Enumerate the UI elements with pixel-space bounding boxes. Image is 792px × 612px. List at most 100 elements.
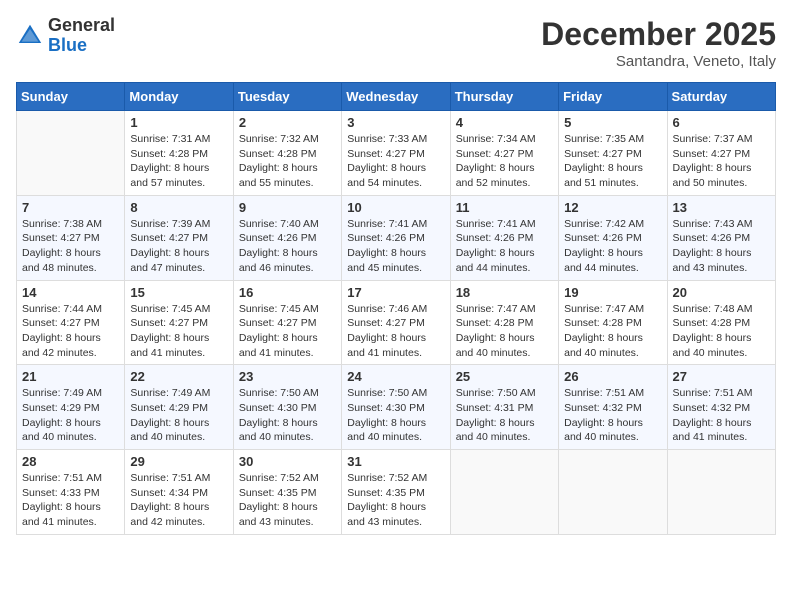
day-number: 26 <box>564 369 661 384</box>
calendar-cell <box>17 111 125 196</box>
month-title: December 2025 <box>541 16 776 53</box>
col-header-tuesday: Tuesday <box>233 83 341 111</box>
day-number: 11 <box>456 200 553 215</box>
day-number: 25 <box>456 369 553 384</box>
day-detail: Sunrise: 7:44 AMSunset: 4:27 PMDaylight:… <box>22 302 119 361</box>
day-number: 30 <box>239 454 336 469</box>
day-detail: Sunrise: 7:49 AMSunset: 4:29 PMDaylight:… <box>130 386 227 445</box>
calendar-cell: 13Sunrise: 7:43 AMSunset: 4:26 PMDayligh… <box>667 195 775 280</box>
calendar-week-row: 28Sunrise: 7:51 AMSunset: 4:33 PMDayligh… <box>17 450 776 535</box>
col-header-thursday: Thursday <box>450 83 558 111</box>
calendar-cell: 9Sunrise: 7:40 AMSunset: 4:26 PMDaylight… <box>233 195 341 280</box>
day-detail: Sunrise: 7:32 AMSunset: 4:28 PMDaylight:… <box>239 132 336 191</box>
day-detail: Sunrise: 7:51 AMSunset: 4:32 PMDaylight:… <box>564 386 661 445</box>
day-number: 6 <box>673 115 770 130</box>
day-number: 14 <box>22 285 119 300</box>
calendar-cell: 18 Sunrise: 7:47 AMSunset: 4:28 PMDayligh… <box>450 280 558 365</box>
day-number: 8 <box>130 200 227 215</box>
calendar-cell: 11 Sunrise: 7:41 AMSunset: 4:26 PMDayligh… <box>450 195 558 280</box>
day-number: 18 <box>456 285 553 300</box>
col-header-monday: Monday <box>125 83 233 111</box>
day-detail: Sunrise: 7:38 AMSunset: 4:27 PMDaylight:… <box>22 217 119 276</box>
calendar-cell <box>450 450 558 535</box>
calendar-cell: 8Sunrise: 7:39 AMSunset: 4:27 PMDaylight… <box>125 195 233 280</box>
day-number: 3 <box>347 115 444 130</box>
calendar-cell: 24Sunrise: 7:50 AMSunset: 4:30 PMDayligh… <box>342 365 450 450</box>
calendar-cell: 2 Sunrise: 7:32 AMSunset: 4:28 PMDaylight… <box>233 111 341 196</box>
calendar-week-row: 7 Sunrise: 7:38 AMSunset: 4:27 PMDaylight… <box>17 195 776 280</box>
day-number: 5 <box>564 115 661 130</box>
day-number: 16 <box>239 285 336 300</box>
calendar-cell <box>559 450 667 535</box>
day-number: 7 <box>22 200 119 215</box>
day-detail: Sunrise: 7:34 AMSunset: 4:27 PMDaylight:… <box>456 132 553 191</box>
day-detail: Sunrise: 7:52 AMSunset: 4:35 PMDaylight:… <box>347 471 444 530</box>
calendar-cell: 5 Sunrise: 7:35 AMSunset: 4:27 PMDaylight… <box>559 111 667 196</box>
day-detail: Sunrise: 7:35 AMSunset: 4:27 PMDaylight:… <box>564 132 661 191</box>
page-header: General Blue December 2025 Santandra, Ve… <box>16 16 776 70</box>
day-detail: Sunrise: 7:46 AMSunset: 4:27 PMDaylight:… <box>347 302 444 361</box>
calendar-cell: 19Sunrise: 7:47 AMSunset: 4:28 PMDayligh… <box>559 280 667 365</box>
calendar-cell: 16 Sunrise: 7:45 AMSunset: 4:27 PMDayligh… <box>233 280 341 365</box>
day-detail: Sunrise: 7:47 AMSunset: 4:28 PMDaylight:… <box>456 302 553 361</box>
day-detail: Sunrise: 7:37 AMSunset: 4:27 PMDaylight:… <box>673 132 770 191</box>
calendar-cell: 27 Sunrise: 7:51 AMSunset: 4:32 PMDayligh… <box>667 365 775 450</box>
day-detail: Sunrise: 7:50 AMSunset: 4:30 PMDaylight:… <box>239 386 336 445</box>
day-detail: Sunrise: 7:43 AMSunset: 4:26 PMDaylight:… <box>673 217 770 276</box>
day-detail: Sunrise: 7:50 AMSunset: 4:30 PMDaylight:… <box>347 386 444 445</box>
title-block: December 2025 Santandra, Veneto, Italy <box>541 16 776 70</box>
calendar-cell: 3 Sunrise: 7:33 AMSunset: 4:27 PMDaylight… <box>342 111 450 196</box>
day-number: 21 <box>22 369 119 384</box>
calendar-cell: 14 Sunrise: 7:44 AMSunset: 4:27 PMDayligh… <box>17 280 125 365</box>
day-number: 20 <box>673 285 770 300</box>
calendar-cell: 4 Sunrise: 7:34 AMSunset: 4:27 PMDaylight… <box>450 111 558 196</box>
calendar-cell: 17 Sunrise: 7:46 AMSunset: 4:27 PMDayligh… <box>342 280 450 365</box>
day-number: 27 <box>673 369 770 384</box>
calendar-cell: 12Sunrise: 7:42 AMSunset: 4:26 PMDayligh… <box>559 195 667 280</box>
logo-icon <box>16 22 44 50</box>
day-number: 4 <box>456 115 553 130</box>
day-number: 9 <box>239 200 336 215</box>
calendar-week-row: 1 Sunrise: 7:31 AMSunset: 4:28 PMDaylight… <box>17 111 776 196</box>
calendar-cell: 28Sunrise: 7:51 AMSunset: 4:33 PMDayligh… <box>17 450 125 535</box>
day-detail: Sunrise: 7:49 AMSunset: 4:29 PMDaylight:… <box>22 386 119 445</box>
calendar-cell: 15 Sunrise: 7:45 AMSunset: 4:27 PMDayligh… <box>125 280 233 365</box>
day-detail: Sunrise: 7:50 AMSunset: 4:31 PMDaylight:… <box>456 386 553 445</box>
calendar-cell: 1 Sunrise: 7:31 AMSunset: 4:28 PMDaylight… <box>125 111 233 196</box>
col-header-friday: Friday <box>559 83 667 111</box>
calendar-week-row: 14 Sunrise: 7:44 AMSunset: 4:27 PMDayligh… <box>17 280 776 365</box>
day-detail: Sunrise: 7:33 AMSunset: 4:27 PMDaylight:… <box>347 132 444 191</box>
calendar-cell: 26 Sunrise: 7:51 AMSunset: 4:32 PMDayligh… <box>559 365 667 450</box>
day-number: 28 <box>22 454 119 469</box>
day-detail: Sunrise: 7:41 AMSunset: 4:26 PMDaylight:… <box>456 217 553 276</box>
calendar-cell: 31 Sunrise: 7:52 AMSunset: 4:35 PMDayligh… <box>342 450 450 535</box>
day-number: 1 <box>130 115 227 130</box>
day-number: 31 <box>347 454 444 469</box>
calendar-cell: 21 Sunrise: 7:49 AMSunset: 4:29 PMDayligh… <box>17 365 125 450</box>
day-number: 10 <box>347 200 444 215</box>
col-header-sunday: Sunday <box>17 83 125 111</box>
day-detail: Sunrise: 7:52 AMSunset: 4:35 PMDaylight:… <box>239 471 336 530</box>
calendar-cell: 6 Sunrise: 7:37 AMSunset: 4:27 PMDaylight… <box>667 111 775 196</box>
calendar-cell: 20 Sunrise: 7:48 AMSunset: 4:28 PMDayligh… <box>667 280 775 365</box>
day-number: 15 <box>130 285 227 300</box>
logo: General Blue <box>16 16 115 56</box>
day-number: 19 <box>564 285 661 300</box>
day-detail: Sunrise: 7:45 AMSunset: 4:27 PMDaylight:… <box>130 302 227 361</box>
calendar-cell: 10 Sunrise: 7:41 AMSunset: 4:26 PMDayligh… <box>342 195 450 280</box>
day-number: 17 <box>347 285 444 300</box>
day-number: 12 <box>564 200 661 215</box>
day-number: 23 <box>239 369 336 384</box>
calendar-cell: 7 Sunrise: 7:38 AMSunset: 4:27 PMDaylight… <box>17 195 125 280</box>
day-number: 2 <box>239 115 336 130</box>
day-detail: Sunrise: 7:41 AMSunset: 4:26 PMDaylight:… <box>347 217 444 276</box>
day-number: 29 <box>130 454 227 469</box>
day-detail: Sunrise: 7:45 AMSunset: 4:27 PMDaylight:… <box>239 302 336 361</box>
col-header-saturday: Saturday <box>667 83 775 111</box>
day-detail: Sunrise: 7:51 AMSunset: 4:32 PMDaylight:… <box>673 386 770 445</box>
calendar-cell <box>667 450 775 535</box>
day-detail: Sunrise: 7:31 AMSunset: 4:28 PMDaylight:… <box>130 132 227 191</box>
calendar-table: SundayMondayTuesdayWednesdayThursdayFrid… <box>16 82 776 535</box>
day-detail: Sunrise: 7:48 AMSunset: 4:28 PMDaylight:… <box>673 302 770 361</box>
calendar-cell: 30 Sunrise: 7:52 AMSunset: 4:35 PMDayligh… <box>233 450 341 535</box>
